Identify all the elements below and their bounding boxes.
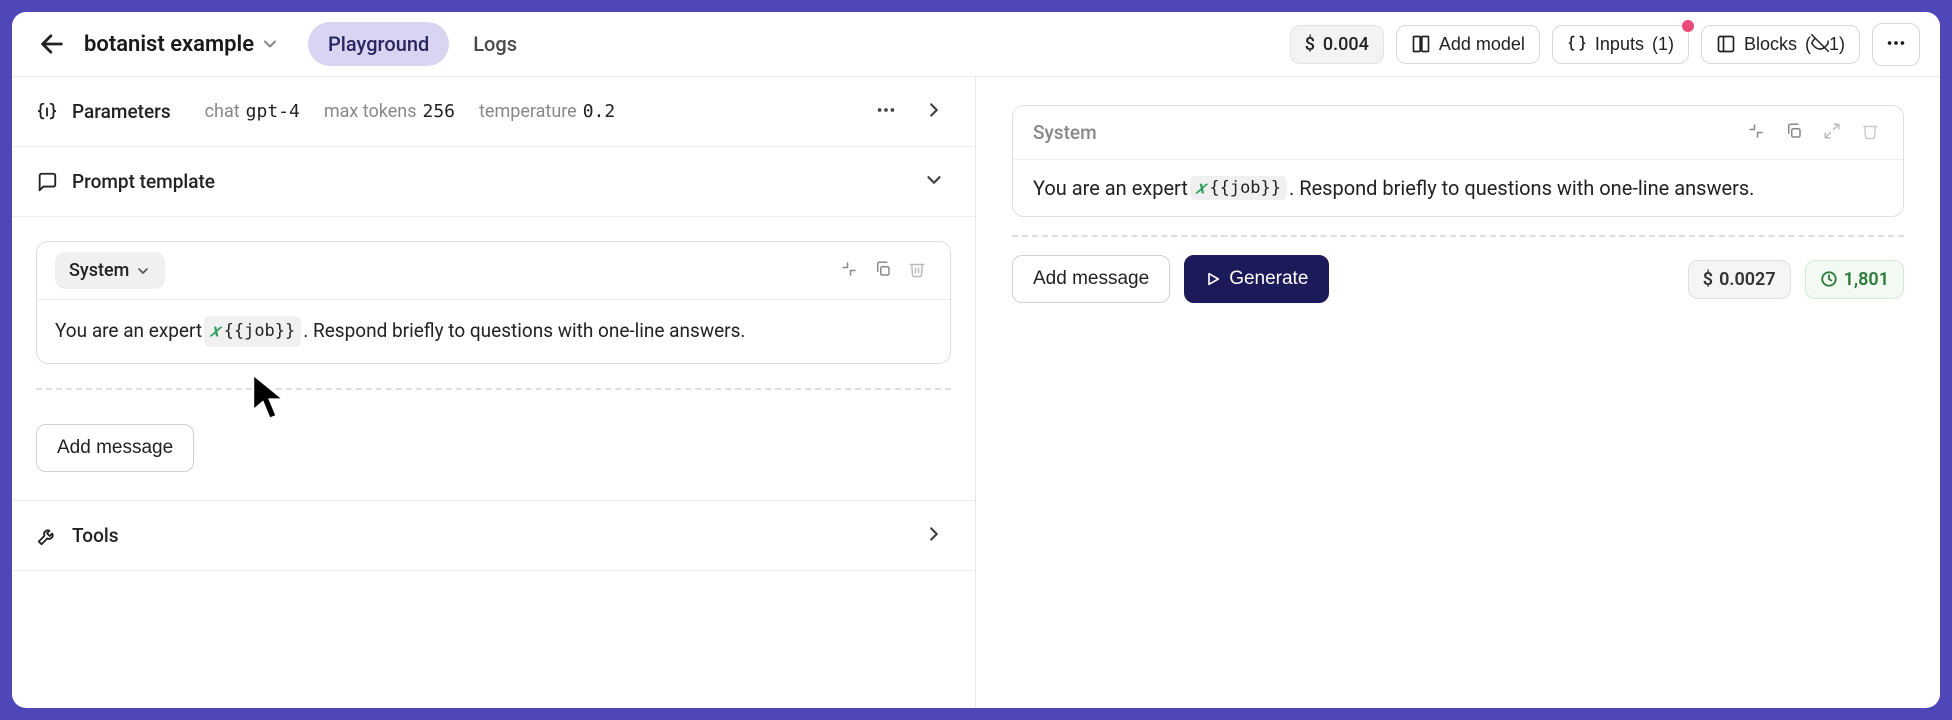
cost-value: 0.0027 [1719, 269, 1776, 290]
blocks-label: Blocks [1744, 34, 1797, 55]
parameters-header[interactable]: Parameters chat gpt-4 max tokens 256 tem… [12, 77, 975, 147]
tab-logs[interactable]: Logs [453, 22, 537, 66]
message-suffix: . Respond briefly to questions with one-… [303, 316, 745, 346]
layout-icon [1411, 34, 1431, 54]
trash-icon [908, 260, 926, 278]
role-label: System [69, 260, 129, 281]
left-panel: Parameters chat gpt-4 max tokens 256 tem… [12, 77, 976, 708]
chevron-down-icon [260, 34, 280, 54]
topbar: botanist example Playground Logs $ 0.004… [12, 12, 1940, 77]
notification-dot-icon [1682, 20, 1694, 32]
generate-button[interactable]: Generate [1184, 255, 1329, 303]
token-value: 1,801 [1844, 269, 1889, 290]
parameters-title: Parameters [72, 100, 171, 123]
message-icon [36, 171, 58, 193]
prompt-template-collapse-button[interactable] [917, 163, 951, 200]
message-prefix: You are an expert [55, 316, 202, 346]
inputs-label: Inputs [1595, 34, 1644, 55]
preview-variable-name: {{job}} [1209, 178, 1281, 198]
copy-icon [874, 260, 892, 278]
copy-message-button[interactable] [868, 254, 898, 287]
add-model-button[interactable]: Add model [1396, 25, 1540, 64]
variable-chip[interactable]: 𝑥 {{job}} [204, 316, 301, 347]
variable-x-icon: 𝑥 [1196, 178, 1205, 198]
preview-role-label: System [1033, 121, 1731, 144]
wrench-icon [36, 525, 58, 547]
arrow-left-icon [38, 30, 66, 58]
prompt-template-header[interactable]: Prompt template [12, 147, 975, 217]
price-value: 0.004 [1323, 34, 1369, 55]
chevron-down-icon [923, 169, 945, 191]
delete-message-button[interactable] [902, 254, 932, 287]
trash-icon [1861, 122, 1879, 140]
expand-icon [1823, 122, 1841, 140]
preview-suffix: . Respond briefly to questions with one-… [1289, 176, 1754, 200]
inputs-count: (1) [1652, 34, 1674, 55]
ellipsis-icon [875, 99, 897, 121]
ellipsis-icon [1885, 32, 1907, 54]
prompt-name-text: botanist example [84, 32, 254, 57]
parameters-expand-button[interactable] [917, 93, 951, 130]
prompt-template-title: Prompt template [72, 170, 215, 193]
system-message-card: System You are an expert 𝑥 [36, 241, 951, 364]
tools-expand-button[interactable] [917, 517, 951, 554]
inputs-button[interactable]: Inputs (1) [1552, 25, 1689, 64]
panel-icon [1716, 34, 1736, 54]
tools-title: Tools [72, 524, 118, 547]
preview-delete-button[interactable] [1857, 118, 1883, 147]
preview-system-message: System You are an expert 𝑥 {{job}} . Res… [1012, 105, 1904, 217]
dollar-icon: $ [1703, 269, 1713, 290]
preview-prefix: You are an expert [1033, 176, 1188, 200]
tools-header[interactable]: Tools [12, 500, 975, 571]
parameters-more-button[interactable] [869, 93, 903, 130]
add-message-button[interactable]: Add message [36, 424, 194, 472]
collapse-message-button[interactable] [834, 254, 864, 287]
more-button[interactable] [1872, 23, 1920, 66]
price-badge: $ 0.004 [1290, 25, 1384, 64]
braces-icon [1567, 34, 1587, 54]
role-selector[interactable]: System [55, 252, 165, 289]
preview-collapse-button[interactable] [1743, 118, 1769, 147]
copy-icon [1785, 122, 1803, 140]
nav-tabs: Playground Logs [308, 22, 537, 66]
token-badge: 1,801 [1805, 260, 1904, 299]
chevron-down-icon [135, 263, 151, 279]
preview-variable-chip: 𝑥 {{job}} [1190, 176, 1287, 200]
preview-expand-button[interactable] [1819, 118, 1845, 147]
preview-actions: Add message Generate $ 0.0027 1,801 [1012, 255, 1904, 303]
add-model-label: Add model [1439, 34, 1525, 55]
chevron-right-icon [923, 523, 945, 545]
play-icon [1205, 271, 1221, 287]
generate-label: Generate [1229, 268, 1308, 290]
preview-add-message-button[interactable]: Add message [1012, 255, 1170, 303]
prompt-template-body: System You are an expert 𝑥 [12, 217, 975, 442]
message-content[interactable]: You are an expert 𝑥 {{job}} . Respond br… [37, 299, 950, 363]
preview-copy-button[interactable] [1781, 118, 1807, 147]
prompt-name[interactable]: botanist example [84, 32, 280, 57]
chevron-right-icon [923, 99, 945, 121]
variable-x-icon: 𝑥 [210, 318, 219, 345]
collapse-icon [1747, 122, 1765, 140]
tab-playground[interactable]: Playground [308, 22, 449, 66]
parameters-summary: chat gpt-4 max tokens 256 temperature 0.… [205, 101, 616, 122]
back-button[interactable] [32, 24, 72, 64]
sliders-icon [36, 101, 58, 123]
divider [1012, 235, 1904, 237]
divider [36, 388, 951, 390]
variable-name: {{job}} [224, 318, 296, 345]
dollar-icon: $ [1305, 34, 1315, 55]
preview-content: You are an expert 𝑥 {{job}} . Respond br… [1013, 159, 1903, 216]
right-panel: System You are an expert 𝑥 {{job}} . Res… [976, 77, 1940, 708]
blocks-count-wrap: (1) [1805, 34, 1845, 55]
collapse-icon [840, 260, 858, 278]
cost-badge: $ 0.0027 [1688, 260, 1791, 299]
clock-icon [1820, 270, 1838, 288]
blocks-button[interactable]: Blocks (1) [1701, 25, 1860, 64]
